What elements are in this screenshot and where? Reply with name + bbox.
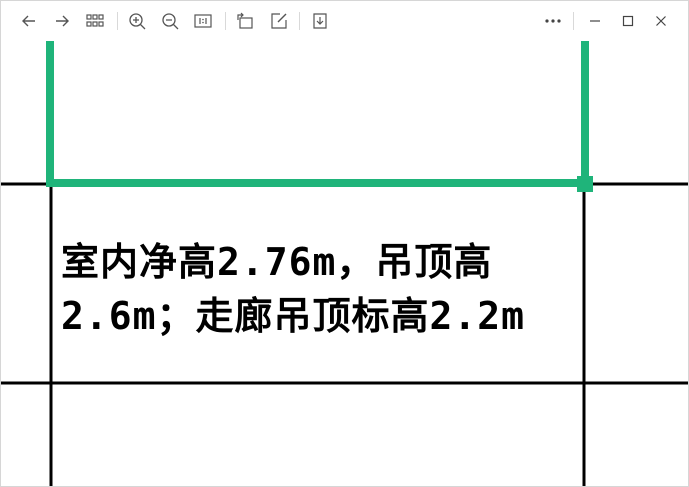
- minimize-button[interactable]: [581, 7, 609, 35]
- annotation-line-1: 室内净高2.76m，吊顶高: [61, 240, 493, 284]
- rotate-button[interactable]: [231, 7, 259, 35]
- more-button[interactable]: [539, 7, 567, 35]
- image-canvas[interactable]: 室内净高2.76m，吊顶高 2.6m；走廊吊顶标高2.2m: [1, 41, 688, 486]
- highlight-left-edge: [46, 41, 54, 187]
- zoom-out-icon: [162, 13, 179, 30]
- minimize-icon: [590, 20, 600, 22]
- actual-size-icon: [194, 14, 212, 28]
- grid-view-button[interactable]: [81, 7, 109, 35]
- zoom-out-button[interactable]: [156, 7, 184, 35]
- zoom-in-button[interactable]: [123, 7, 151, 35]
- grid-icon: [86, 14, 104, 27]
- close-button[interactable]: [647, 7, 675, 35]
- toolbar-separator: [299, 12, 300, 30]
- maximize-button[interactable]: [614, 7, 642, 35]
- toolbar-separator: [573, 12, 574, 30]
- edit-icon: [271, 13, 287, 29]
- selection-highlight: [46, 41, 593, 192]
- toolbar-separator: [225, 12, 226, 30]
- back-button[interactable]: [15, 7, 43, 35]
- forward-button[interactable]: [48, 7, 76, 35]
- back-arrow-icon: [22, 15, 35, 27]
- image-viewer-window: 室内净高2.76m，吊顶高 2.6m；走廊吊顶标高2.2m: [0, 0, 689, 487]
- rotate-icon: [237, 12, 253, 29]
- more-icon: [545, 19, 561, 23]
- download-button[interactable]: [306, 7, 334, 35]
- highlight-right-edge: [581, 41, 589, 179]
- toolbar-separator: [117, 12, 118, 30]
- zoom-in-icon: [129, 13, 146, 30]
- forward-arrow-icon: [56, 15, 69, 27]
- resize-handle[interactable]: [577, 176, 593, 192]
- download-icon: [313, 13, 327, 29]
- actual-size-button[interactable]: [189, 7, 217, 35]
- maximize-icon: [622, 15, 634, 27]
- toolbar: [1, 1, 688, 41]
- highlight-bottom-edge: [46, 179, 581, 187]
- edit-button[interactable]: [265, 7, 293, 35]
- annotation-line-2: 2.6m；走廊吊顶标高2.2m: [61, 294, 526, 338]
- close-icon: [656, 16, 666, 26]
